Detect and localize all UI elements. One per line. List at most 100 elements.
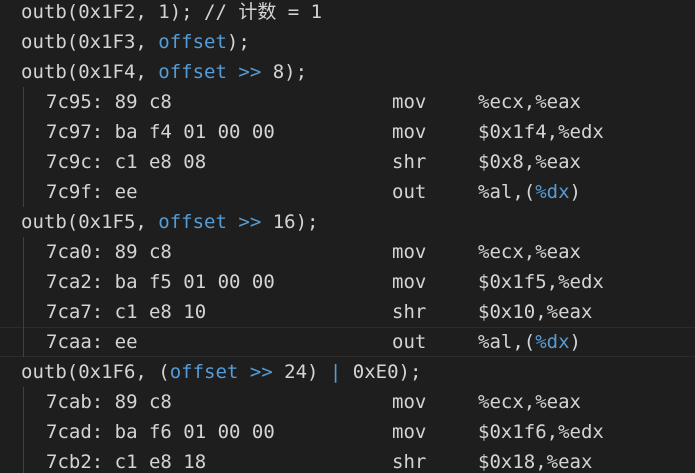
asm-address: 7cad:	[46, 421, 104, 443]
asm-line[interactable]: 7cb2: c1 e8 18 shr $0x18,%eax	[0, 447, 695, 473]
operand-token: %al,(	[478, 331, 536, 353]
operand-token: )	[569, 331, 581, 353]
asm-bytes: c1 e8 10	[114, 301, 207, 323]
asm-address: 7c9f:	[46, 181, 104, 203]
asm-mnemonic: mov	[392, 421, 427, 443]
asm-operands: $0x1f4,%edx	[478, 117, 604, 147]
source-token: >>	[249, 361, 273, 383]
asm-address: 7cb2:	[46, 451, 104, 473]
source-token: >>	[238, 211, 262, 233]
source-token: >>	[238, 61, 262, 83]
asm-address: 7ca0:	[46, 241, 104, 263]
operand-token: $0x1f4,%edx	[478, 121, 604, 143]
source-token: |	[329, 361, 342, 383]
asm-bytes: ba f4 01 00 00	[114, 121, 275, 143]
asm-operands: $0x1f6,%edx	[478, 417, 604, 447]
asm-line[interactable]: 7cab: 89 c8 mov %ecx,%eax	[0, 387, 695, 417]
asm-operands: %al,(%dx)	[478, 177, 581, 207]
source-line[interactable]: outb(0x1F6, (offset >> 24) | 0xE0);	[0, 357, 695, 387]
asm-line[interactable]: 7c95: 89 c8 mov %ecx,%eax	[0, 87, 695, 117]
asm-operands: $0x1f5,%edx	[478, 267, 604, 297]
asm-bytes: 89 c8	[114, 91, 172, 113]
asm-line[interactable]: 7ca7: c1 e8 10 shr $0x10,%eax	[0, 297, 695, 327]
asm-bytes: 89 c8	[114, 241, 172, 263]
asm-bytes: ba f6 01 00 00	[114, 421, 275, 443]
asm-line[interactable]: 7caa: ee out %al,(%dx)	[0, 327, 695, 357]
asm-mnemonic: mov	[392, 91, 427, 113]
asm-mnemonic: mov	[392, 121, 427, 143]
source-token: outb(0x1F6, (	[21, 361, 170, 383]
source-line[interactable]: outb(0x1F3, offset);	[0, 27, 695, 57]
operand-token: )	[569, 181, 581, 203]
operand-token: $0x1f5,%edx	[478, 271, 604, 293]
asm-address: 7c9c:	[46, 151, 104, 173]
indent-guide	[23, 117, 24, 147]
asm-bytes: ba f5 01 00 00	[114, 271, 275, 293]
asm-bytes: ee	[114, 331, 138, 353]
operand-token: %al,(	[478, 181, 536, 203]
asm-operands: %al,(%dx)	[478, 327, 581, 357]
operand-token: %ecx,%eax	[478, 241, 581, 263]
operand-token: %dx	[535, 181, 570, 203]
asm-mnemonic: mov	[392, 391, 427, 413]
operand-token: $0x18,%eax	[478, 451, 593, 473]
source-line[interactable]: outb(0x1F5, offset >> 16);	[0, 207, 695, 237]
asm-address: 7ca2:	[46, 271, 104, 293]
source-line[interactable]: outb(0x1F4, offset >> 8);	[0, 57, 695, 87]
asm-operands: $0x8,%eax	[478, 147, 581, 177]
asm-address: 7ca7:	[46, 301, 104, 323]
asm-line[interactable]: 7c9f: ee out %al,(%dx)	[0, 177, 695, 207]
source-token: outb(0x1F5,	[21, 211, 159, 233]
operand-token: $0x10,%eax	[478, 301, 593, 323]
asm-mnemonic: shr	[392, 301, 427, 323]
source-token: 0xE0);	[341, 361, 422, 383]
source-token: outb(0x1F3,	[21, 31, 159, 53]
source-line[interactable]: outb(0x1F2, 1); // 计数 = 1	[0, 0, 695, 27]
asm-operands: %ecx,%eax	[478, 237, 581, 267]
operand-token: $0x1f6,%edx	[478, 421, 604, 443]
asm-line[interactable]: 7c97: ba f4 01 00 00 mov $0x1f4,%edx	[0, 117, 695, 147]
source-token: );	[226, 31, 250, 53]
source-token: outb(0x1F2, 1); // 计数 = 1	[21, 1, 323, 23]
asm-mnemonic: shr	[392, 151, 427, 173]
source-token	[227, 211, 238, 233]
indent-guide	[23, 267, 24, 297]
asm-operands: $0x10,%eax	[478, 297, 592, 327]
asm-operands: %ecx,%eax	[478, 387, 581, 417]
asm-operands: $0x18,%eax	[478, 447, 592, 473]
asm-operands: %ecx,%eax	[478, 87, 581, 117]
asm-line[interactable]: 7cad: ba f6 01 00 00 mov $0x1f6,%edx	[0, 417, 695, 447]
disassembly-editor[interactable]: outb(0x1F2, 1); // 计数 = 1 outb(0x1F3, off…	[0, 0, 695, 473]
indent-guide	[23, 297, 24, 327]
indent-guide	[23, 447, 24, 473]
asm-mnemonic: shr	[392, 451, 427, 473]
source-token: 16);	[261, 211, 319, 233]
source-token: offset	[158, 31, 227, 53]
source-token: 24)	[272, 361, 330, 383]
indent-guide	[23, 417, 24, 447]
asm-line[interactable]: 7c9c: c1 e8 08 shr $0x8,%eax	[0, 147, 695, 177]
asm-line[interactable]: 7ca2: ba f5 01 00 00 mov $0x1f5,%edx	[0, 267, 695, 297]
asm-mnemonic: mov	[392, 241, 427, 263]
operand-token: %ecx,%eax	[478, 391, 581, 413]
asm-bytes: ee	[114, 181, 138, 203]
source-token: outb(0x1F4,	[21, 61, 159, 83]
asm-bytes: 89 c8	[114, 391, 172, 413]
asm-mnemonic: out	[392, 181, 427, 203]
indent-guide	[23, 87, 24, 117]
source-token: offset	[169, 361, 239, 383]
asm-mnemonic: mov	[392, 271, 427, 293]
operand-token: %dx	[535, 331, 570, 353]
operand-token: %ecx,%eax	[478, 91, 581, 113]
operand-token: $0x8,%eax	[478, 151, 581, 173]
asm-address: 7cab:	[46, 391, 104, 413]
source-token: offset	[158, 61, 227, 83]
indent-guide	[23, 327, 24, 357]
asm-line[interactable]: 7ca0: 89 c8 mov %ecx,%eax	[0, 237, 695, 267]
asm-address: 7caa:	[46, 331, 104, 353]
indent-guide	[23, 177, 24, 207]
source-token	[227, 61, 238, 83]
asm-address: 7c95:	[46, 91, 104, 113]
asm-address: 7c97:	[46, 121, 104, 143]
indent-guide	[23, 147, 24, 177]
